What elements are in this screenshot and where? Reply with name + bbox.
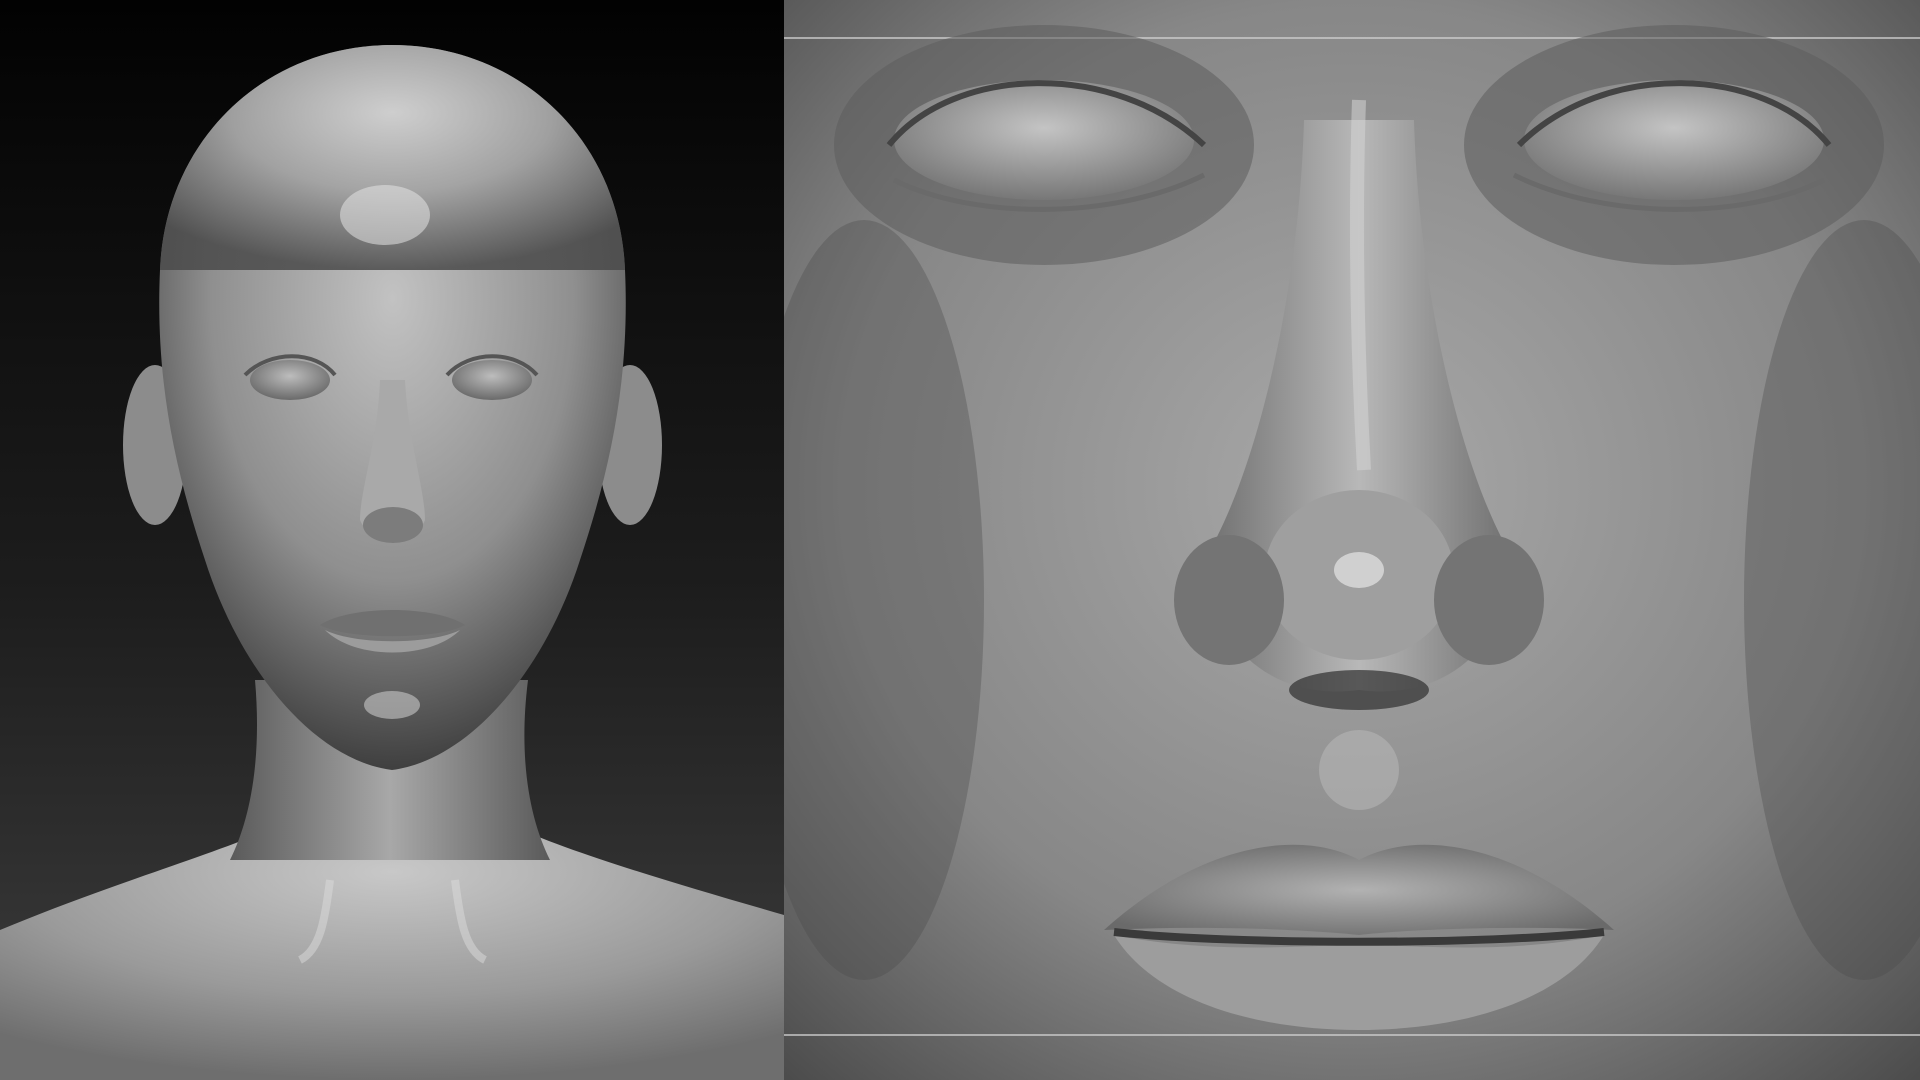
- bust-illustration: [0, 0, 784, 1080]
- closeup-illustration: [784, 0, 1920, 1080]
- sculpt-comparison-image: [0, 0, 1920, 1080]
- full-bust-front-view: [0, 0, 784, 1080]
- face-closeup-view: [784, 0, 1920, 1080]
